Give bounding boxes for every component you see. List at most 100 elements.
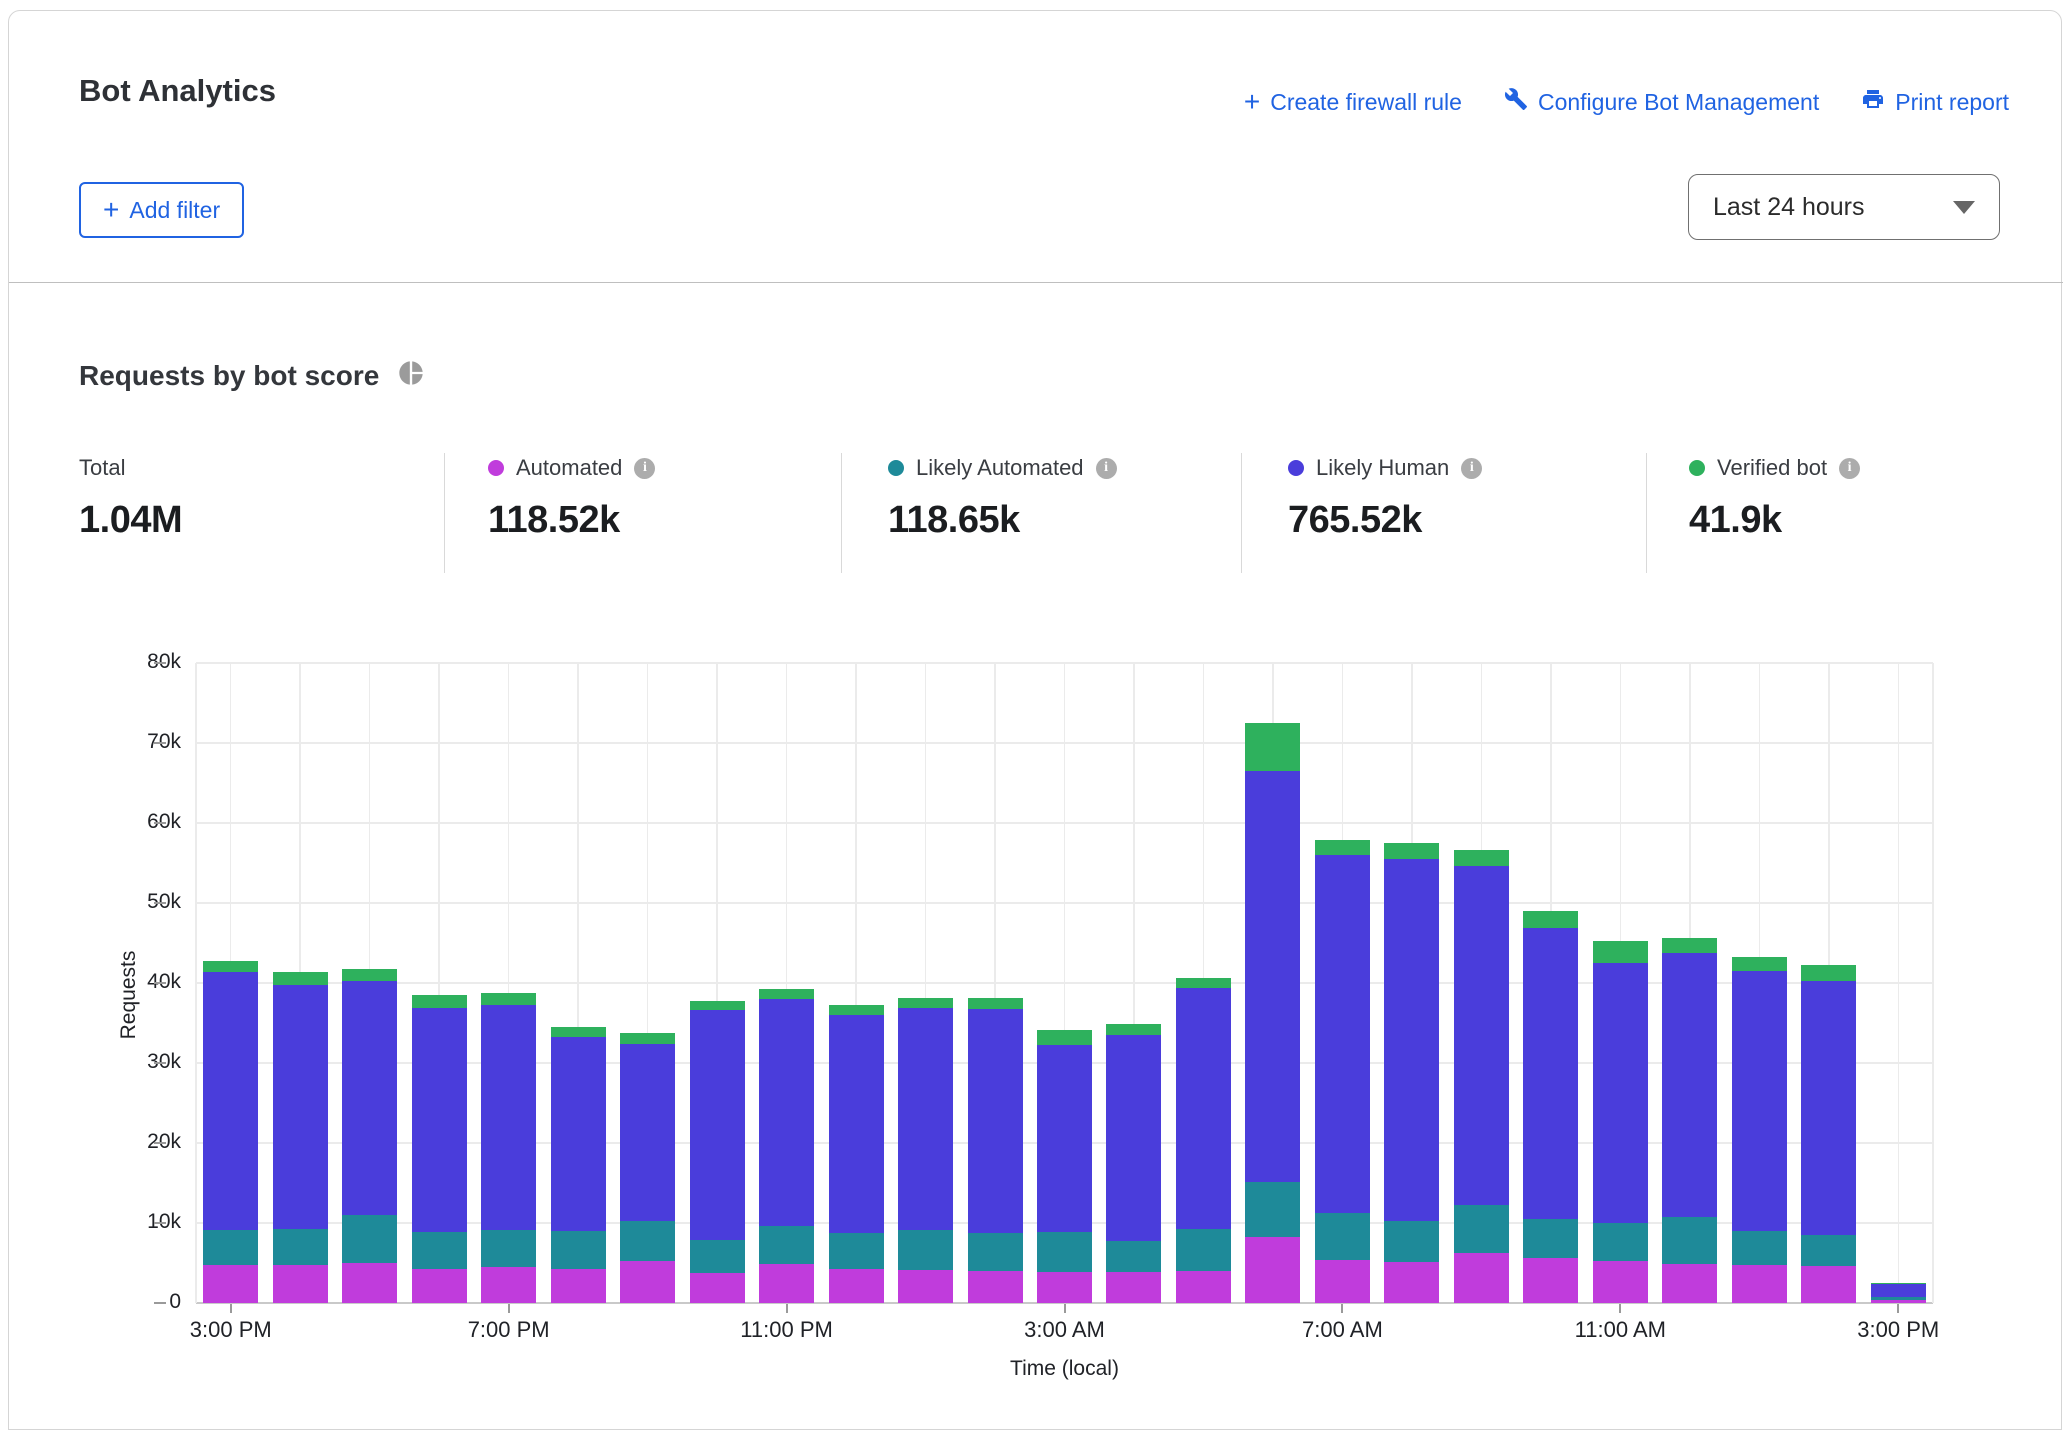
bar-segment[interactable] <box>1732 1265 1787 1303</box>
bar-segment[interactable] <box>829 1005 884 1015</box>
bar-segment[interactable] <box>412 1232 467 1269</box>
bar-segment[interactable] <box>1106 1241 1161 1271</box>
bar-segment[interactable] <box>273 1265 328 1303</box>
bar-segment[interactable] <box>551 1231 606 1269</box>
bar-segment[interactable] <box>829 1015 884 1233</box>
bar-segment[interactable] <box>1732 971 1787 1231</box>
bar-segment[interactable] <box>1871 1283 1926 1284</box>
bar-segment[interactable] <box>759 1264 814 1303</box>
bar-segment[interactable] <box>481 1005 536 1230</box>
bar-segment[interactable] <box>1176 1271 1231 1303</box>
bar-segment[interactable] <box>1801 965 1856 981</box>
bar-segment[interactable] <box>968 998 1023 1008</box>
bar-segment[interactable] <box>1037 1045 1092 1232</box>
bar-segment[interactable] <box>1801 1235 1856 1266</box>
bar-segment[interactable] <box>203 972 258 1230</box>
bar-segment[interactable] <box>1732 957 1787 971</box>
bar-segment[interactable] <box>273 985 328 1228</box>
bar-segment[interactable] <box>342 981 397 1215</box>
bar-segment[interactable] <box>551 1037 606 1231</box>
bar-segment[interactable] <box>342 969 397 982</box>
bar-segment[interactable] <box>1245 771 1300 1182</box>
bar-segment[interactable] <box>203 1265 258 1303</box>
bar-segment[interactable] <box>1384 1221 1439 1262</box>
time-range-select[interactable]: Last 24 hours <box>1688 174 2000 240</box>
bar-segment[interactable] <box>551 1269 606 1303</box>
bar-segment[interactable] <box>481 1230 536 1267</box>
bar-segment[interactable] <box>1593 1261 1648 1303</box>
bar-segment[interactable] <box>203 961 258 971</box>
bar-segment[interactable] <box>412 995 467 1008</box>
bar-segment[interactable] <box>759 989 814 999</box>
bar-segment[interactable] <box>481 993 536 1005</box>
bar-segment[interactable] <box>1871 1284 1926 1298</box>
bar-segment[interactable] <box>690 1273 745 1303</box>
bar-segment[interactable] <box>1245 723 1300 771</box>
bar-segment[interactable] <box>1801 1266 1856 1303</box>
bar-segment[interactable] <box>273 972 328 986</box>
bar-segment[interactable] <box>1384 1262 1439 1303</box>
bar-segment[interactable] <box>1106 1035 1161 1241</box>
bar-segment[interactable] <box>759 1226 814 1264</box>
bar-segment[interactable] <box>1523 911 1578 928</box>
info-icon[interactable]: i <box>1839 458 1860 479</box>
bar-segment[interactable] <box>1037 1030 1092 1045</box>
configure-bot-management-link[interactable]: Configure Bot Management <box>1504 87 1819 117</box>
bar-segment[interactable] <box>1454 1205 1509 1253</box>
bar-segment[interactable] <box>342 1215 397 1263</box>
bar-segment[interactable] <box>829 1269 884 1303</box>
bar-segment[interactable] <box>1523 928 1578 1219</box>
bar-segment[interactable] <box>1801 981 1856 1235</box>
bar-segment[interactable] <box>620 1221 675 1261</box>
bar-segment[interactable] <box>1454 866 1509 1204</box>
bar-segment[interactable] <box>1315 840 1370 855</box>
bar-segment[interactable] <box>1454 1253 1509 1303</box>
print-report-link[interactable]: Print report <box>1861 87 2009 117</box>
bar-segment[interactable] <box>968 1233 1023 1271</box>
bar-segment[interactable] <box>551 1027 606 1037</box>
bar-segment[interactable] <box>1523 1258 1578 1303</box>
bar-segment[interactable] <box>759 999 814 1226</box>
bar-segment[interactable] <box>1732 1231 1787 1265</box>
bar-segment[interactable] <box>968 1271 1023 1303</box>
bar-segment[interactable] <box>412 1008 467 1232</box>
bar-segment[interactable] <box>690 1001 745 1010</box>
bar-segment[interactable] <box>342 1263 397 1303</box>
bar-segment[interactable] <box>1315 855 1370 1213</box>
bar-segment[interactable] <box>1384 859 1439 1221</box>
bar-segment[interactable] <box>412 1269 467 1303</box>
info-icon[interactable]: i <box>1096 458 1117 479</box>
bar-segment[interactable] <box>481 1267 536 1303</box>
bar-segment[interactable] <box>898 1270 953 1303</box>
bar-segment[interactable] <box>1454 850 1509 866</box>
bar-segment[interactable] <box>1593 941 1648 963</box>
bar-segment[interactable] <box>1245 1237 1300 1303</box>
create-firewall-rule-link[interactable]: + Create firewall rule <box>1244 88 1462 116</box>
bar-segment[interactable] <box>1176 978 1231 988</box>
bar-segment[interactable] <box>1037 1232 1092 1272</box>
bar-segment[interactable] <box>1662 1264 1717 1303</box>
info-icon[interactable]: i <box>1461 458 1482 479</box>
bar-segment[interactable] <box>1662 953 1717 1217</box>
bar-segment[interactable] <box>620 1033 675 1043</box>
bar-segment[interactable] <box>1593 1223 1648 1261</box>
bar-segment[interactable] <box>898 1008 953 1230</box>
bar-segment[interactable] <box>620 1044 675 1221</box>
bar-segment[interactable] <box>1176 1229 1231 1271</box>
bar-segment[interactable] <box>1106 1272 1161 1303</box>
bar-segment[interactable] <box>620 1261 675 1303</box>
bar-segment[interactable] <box>1106 1024 1161 1035</box>
bar-segment[interactable] <box>1523 1219 1578 1258</box>
bar-segment[interactable] <box>898 998 953 1008</box>
add-filter-button[interactable]: + Add filter <box>79 182 244 238</box>
bar-segment[interactable] <box>1871 1297 1926 1299</box>
info-icon[interactable]: i <box>634 458 655 479</box>
bar-segment[interactable] <box>1245 1182 1300 1236</box>
bar-segment[interactable] <box>1176 988 1231 1229</box>
bar-segment[interactable] <box>898 1230 953 1270</box>
bar-segment[interactable] <box>1315 1213 1370 1260</box>
bar-segment[interactable] <box>273 1229 328 1265</box>
bar-segment[interactable] <box>1871 1300 1926 1303</box>
bar-segment[interactable] <box>1315 1260 1370 1303</box>
bar-segment[interactable] <box>690 1010 745 1240</box>
